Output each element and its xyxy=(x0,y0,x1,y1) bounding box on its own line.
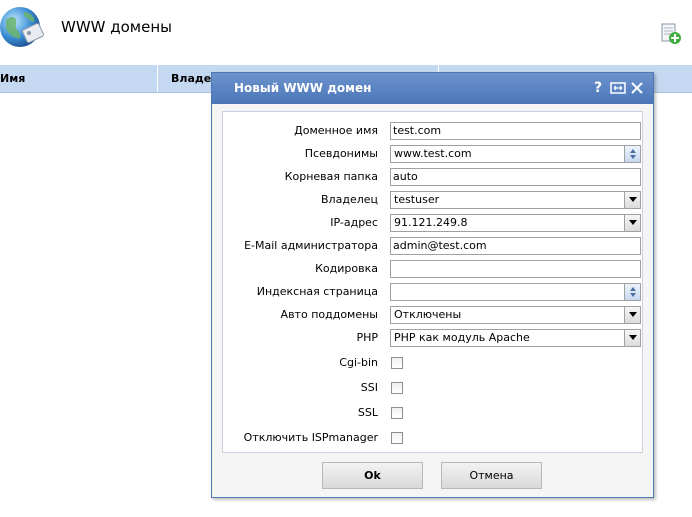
close-icon[interactable] xyxy=(629,79,645,97)
aliases-expand-icon[interactable] xyxy=(624,146,640,162)
ssi-checkbox[interactable] xyxy=(391,382,403,394)
form-row-admin-email: E-Mail администратора admin@test.com xyxy=(223,236,642,256)
auto-subdomains-value: Отключены xyxy=(394,308,462,321)
php-label: PHP xyxy=(356,331,378,344)
new-www-domain-dialog: Новый WWW домен ? Доменное имя test.com … xyxy=(211,72,654,498)
ssl-label: SSL xyxy=(357,406,378,419)
column-header-name[interactable]: Имя xyxy=(0,65,158,92)
help-icon[interactable]: ? xyxy=(592,79,604,97)
page-title: WWW домены xyxy=(61,18,173,36)
cancel-button[interactable]: Отмена xyxy=(441,462,542,489)
dialog-form: Доменное имя test.com Псевдонимы www.tes… xyxy=(222,111,643,453)
aliases-input[interactable]: www.test.com xyxy=(390,145,641,163)
disable-ispmanager-checkbox[interactable] xyxy=(391,432,403,444)
auto-subdomains-select[interactable]: Отключены xyxy=(390,306,641,324)
chevron-down-icon[interactable] xyxy=(624,307,640,323)
auto-subdomains-label: Авто поддомены xyxy=(280,308,378,321)
php-value: PHP как модуль Apache xyxy=(394,331,530,344)
form-row-index-page: Индексная страница xyxy=(223,282,642,302)
ok-button[interactable]: Ok xyxy=(322,462,423,489)
form-row-auto-subdomains: Авто поддомены Отключены xyxy=(223,305,642,325)
root-folder-input[interactable]: auto xyxy=(390,168,641,186)
form-row-ssi: SSI xyxy=(223,378,642,398)
cgi-bin-checkbox[interactable] xyxy=(391,357,403,369)
index-page-label: Индексная страница xyxy=(256,285,378,298)
form-row-cgi-bin: Cgi-bin xyxy=(223,353,642,373)
chevron-down-icon[interactable] xyxy=(624,215,640,231)
ssl-checkbox[interactable] xyxy=(391,407,403,419)
form-row-disable-ispmanager: Отключить ISPmanager xyxy=(223,428,642,448)
form-row-encoding: Кодировка xyxy=(223,259,642,279)
globe-icon xyxy=(0,2,48,52)
cgi-bin-label: Cgi-bin xyxy=(339,356,378,369)
admin-email-input[interactable]: admin@test.com xyxy=(390,237,641,255)
ip-address-select[interactable]: 91.121.249.8 xyxy=(390,214,641,232)
owner-select[interactable]: testuser xyxy=(390,191,641,209)
form-row-php: PHP PHP как модуль Apache xyxy=(223,328,642,348)
aliases-label: Псевдонимы xyxy=(304,147,378,160)
ip-address-value: 91.121.249.8 xyxy=(394,216,468,229)
add-domain-icon[interactable] xyxy=(659,22,683,46)
php-select[interactable]: PHP как модуль Apache xyxy=(390,329,641,347)
form-row-domain-name: Доменное имя test.com xyxy=(223,121,642,141)
aliases-value: www.test.com xyxy=(394,147,472,160)
domain-name-input[interactable]: test.com xyxy=(390,122,641,140)
encoding-label: Кодировка xyxy=(315,262,378,275)
admin-email-label: E-Mail администратора xyxy=(244,239,378,252)
form-row-ssl: SSL xyxy=(223,403,642,423)
ssi-label: SSI xyxy=(360,381,378,394)
dialog-title: Новый WWW домен xyxy=(234,81,372,95)
root-folder-label: Корневая папка xyxy=(284,170,378,183)
resize-icon[interactable] xyxy=(609,79,627,97)
disable-ispmanager-label: Отключить ISPmanager xyxy=(243,431,378,444)
form-row-ip-address: IP-адрес 91.121.249.8 xyxy=(223,213,642,233)
owner-label: Владелец xyxy=(321,193,378,206)
chevron-down-icon[interactable] xyxy=(624,330,640,346)
owner-value: testuser xyxy=(394,193,440,206)
chevron-down-icon[interactable] xyxy=(624,192,640,208)
index-page-input[interactable] xyxy=(390,283,641,301)
encoding-input[interactable] xyxy=(390,260,641,278)
form-row-owner: Владелец testuser xyxy=(223,190,642,210)
index-page-expand-icon[interactable] xyxy=(624,284,640,300)
ip-address-label: IP-адрес xyxy=(330,216,378,229)
form-row-aliases: Псевдонимы www.test.com xyxy=(223,144,642,164)
dialog-titlebar[interactable]: Новый WWW домен ? xyxy=(212,73,653,104)
form-row-root-folder: Корневая папка auto xyxy=(223,167,642,187)
domain-name-label: Доменное имя xyxy=(294,124,378,137)
